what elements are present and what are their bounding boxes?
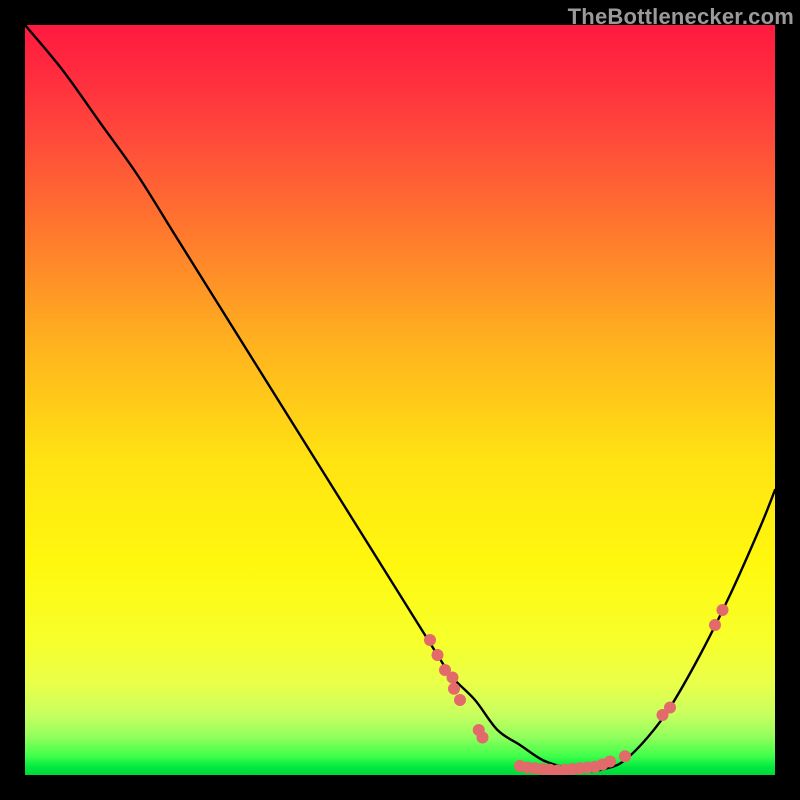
attribution-watermark: TheBottlenecker.com (568, 4, 794, 30)
plot-area (25, 25, 775, 775)
chart-container: TheBottlenecker.com (0, 0, 800, 800)
